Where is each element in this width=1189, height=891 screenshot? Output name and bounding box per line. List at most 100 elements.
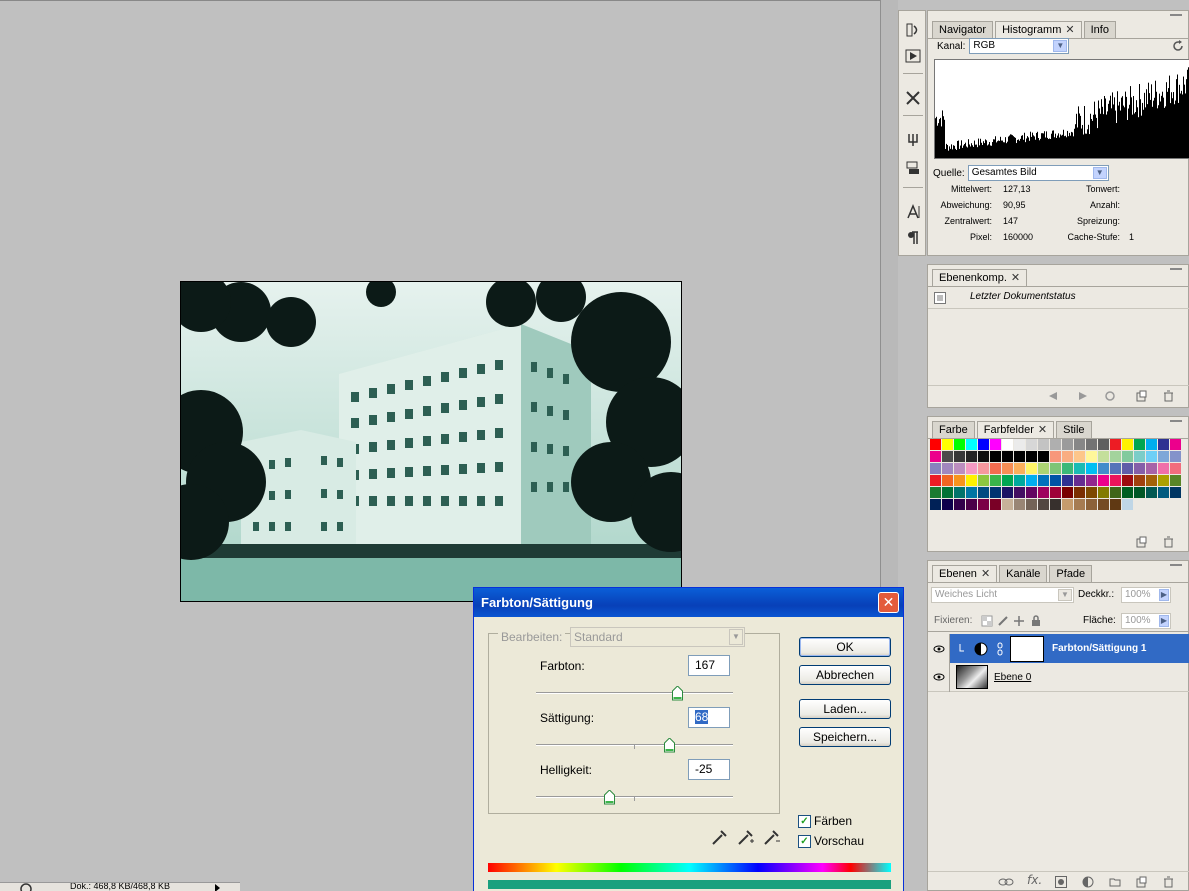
swatch[interactable] (1014, 475, 1026, 487)
tab-histogram[interactable]: Histogramm ✕ (995, 21, 1082, 39)
swatch[interactable] (1122, 475, 1134, 487)
swatch[interactable] (1122, 499, 1134, 511)
swatch[interactable] (1062, 499, 1074, 511)
swatch[interactable] (1134, 463, 1146, 475)
source-select[interactable]: Gesamtes Bild ▼ (967, 165, 1109, 181)
swatch[interactable] (1098, 463, 1110, 475)
edit-select[interactable]: Standard ▼ (570, 627, 745, 647)
swatch[interactable] (966, 499, 978, 511)
swatch[interactable] (1146, 487, 1158, 499)
swatch[interactable] (978, 475, 990, 487)
swatch[interactable] (990, 439, 1002, 451)
swatch[interactable] (1002, 475, 1014, 487)
lock-position-icon[interactable] (1013, 615, 1025, 627)
swatch[interactable] (978, 439, 990, 451)
saturation-slider-thumb[interactable] (664, 738, 676, 753)
swatch[interactable] (990, 499, 1002, 511)
close-tab-icon[interactable]: ✕ (981, 566, 990, 583)
eyedropper-icon[interactable] (709, 828, 729, 846)
swatch[interactable] (1002, 499, 1014, 511)
swatch[interactable] (1110, 439, 1122, 451)
swatch[interactable] (942, 451, 954, 463)
swatch[interactable] (1134, 451, 1146, 463)
blend-mode-select[interactable]: Weiches Licht ▼ (931, 587, 1074, 603)
swatch[interactable] (930, 475, 942, 487)
layer-row-hue-saturation[interactable]: Farbton/Sättigung 1 (928, 634, 1189, 663)
dialog-titlebar[interactable]: Farbton/Sättigung (474, 588, 903, 617)
channel-select[interactable]: RGB ▼ (969, 38, 1070, 54)
eyedropper-plus-icon[interactable] (735, 828, 755, 846)
swatch[interactable] (1110, 487, 1122, 499)
swatch[interactable] (1038, 451, 1050, 463)
paragraph-icon[interactable] (902, 227, 924, 249)
actions-icon[interactable] (902, 45, 924, 67)
swatch[interactable] (1170, 439, 1182, 451)
swatch[interactable] (1026, 487, 1038, 499)
update-comp-icon[interactable] (1104, 390, 1116, 402)
swatch[interactable] (1134, 475, 1146, 487)
swatch[interactable] (1170, 463, 1182, 475)
link-layers-icon[interactable] (998, 876, 1014, 888)
swatch[interactable] (942, 463, 954, 475)
lock-pixels-icon[interactable] (997, 615, 1009, 627)
panel-grip[interactable] (1170, 14, 1182, 16)
swatch[interactable] (1050, 463, 1062, 475)
swatch[interactable] (1098, 439, 1110, 451)
swatch[interactable] (1062, 439, 1074, 451)
swatch[interactable] (1014, 499, 1026, 511)
swatch[interactable] (1062, 475, 1074, 487)
new-adjustment-icon[interactable] (1082, 876, 1094, 888)
swatch[interactable] (1002, 439, 1014, 451)
swatch[interactable] (1002, 463, 1014, 475)
swatch[interactable] (1074, 439, 1086, 451)
swatch[interactable] (1062, 487, 1074, 499)
eye-icon[interactable] (928, 634, 950, 663)
swatch[interactable] (942, 487, 954, 499)
swatch[interactable] (1062, 463, 1074, 475)
swatch[interactable] (1086, 499, 1098, 511)
swatch[interactable] (1086, 439, 1098, 451)
swatch[interactable] (930, 439, 942, 451)
swatch[interactable] (1158, 475, 1170, 487)
tool-presets-icon[interactable] (902, 87, 924, 109)
new-comp-icon[interactable] (1135, 390, 1147, 402)
swatch[interactable] (966, 439, 978, 451)
swatch[interactable] (1170, 451, 1182, 463)
trash-icon[interactable] (1162, 876, 1174, 888)
panel-grip[interactable] (1170, 268, 1182, 270)
previous-comp-icon[interactable] (1048, 391, 1058, 401)
swatch[interactable] (1158, 439, 1170, 451)
tab-styles[interactable]: Stile (1056, 421, 1092, 439)
new-group-icon[interactable] (1109, 876, 1121, 888)
layer-comp-row[interactable]: Letzter Dokumentstatus (928, 287, 1189, 309)
swatch[interactable] (1098, 475, 1110, 487)
swatch[interactable] (1062, 451, 1074, 463)
swatch[interactable] (1026, 499, 1038, 511)
add-mask-icon[interactable] (1055, 876, 1067, 888)
swatch[interactable] (1158, 463, 1170, 475)
swatch[interactable] (1098, 487, 1110, 499)
swatch[interactable] (1170, 475, 1182, 487)
saturation-input[interactable]: 68 (688, 707, 730, 728)
trash-icon[interactable] (1162, 536, 1174, 548)
swatch[interactable] (1038, 499, 1050, 511)
swatch[interactable] (1038, 439, 1050, 451)
swatch[interactable] (1122, 451, 1134, 463)
swatch[interactable] (1074, 463, 1086, 475)
hue-slider-track[interactable] (536, 692, 733, 694)
new-swatch-icon[interactable] (1135, 536, 1147, 548)
tab-channels[interactable]: Kanäle (999, 565, 1048, 583)
swatch[interactable] (1122, 439, 1134, 451)
new-layer-icon[interactable] (1135, 876, 1147, 888)
tab-color[interactable]: Farbe (932, 421, 975, 439)
hue-input[interactable]: 167 (688, 655, 730, 676)
swatch[interactable] (1110, 499, 1122, 511)
trash-icon[interactable] (1162, 390, 1174, 402)
swatch[interactable] (990, 487, 1002, 499)
clone-source-icon[interactable] (902, 157, 924, 179)
swatch[interactable] (990, 451, 1002, 463)
tab-swatches[interactable]: Farbfelder ✕ (976, 421, 1055, 439)
swatch[interactable] (1014, 463, 1026, 475)
swatch[interactable] (1074, 475, 1086, 487)
swatch[interactable] (954, 475, 966, 487)
